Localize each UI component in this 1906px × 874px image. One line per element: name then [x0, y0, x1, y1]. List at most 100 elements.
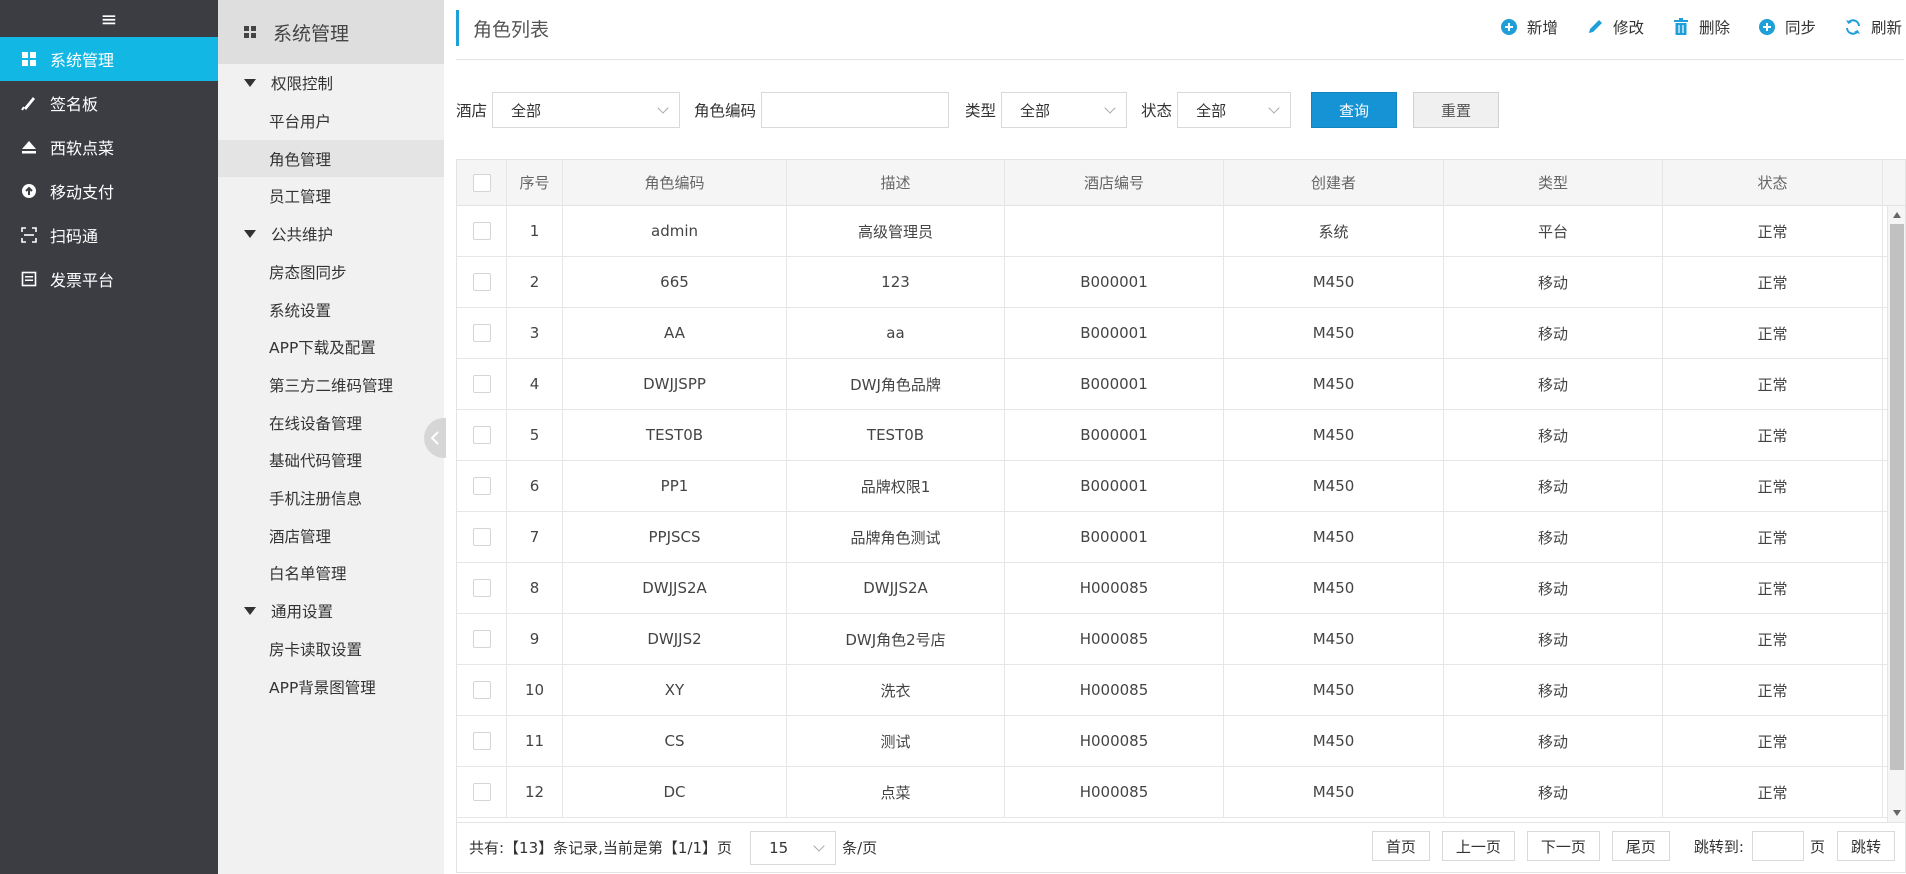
- submenu-item[interactable]: 在线设备管理: [218, 404, 444, 442]
- row-checkbox[interactable]: [472, 579, 491, 597]
- submenu-item[interactable]: 第三方二维码管理: [218, 366, 444, 404]
- table-row[interactable]: 1 admin 高级管理员 系统 平台 正常: [457, 206, 1887, 257]
- table-cell: M450: [1224, 563, 1444, 613]
- table-cell: 洗衣: [787, 665, 1005, 715]
- pen-icon: [21, 95, 37, 111]
- jump-button[interactable]: 跳转: [1836, 831, 1895, 861]
- table-row[interactable]: 3 AA aa B000001 M450 移动 正常: [457, 308, 1887, 359]
- submenu-item[interactable]: 手机注册信息: [218, 479, 444, 517]
- column-header[interactable]: 描述: [787, 160, 1005, 205]
- table-row[interactable]: 6 PP1 品牌权限1 B000001 M450 移动 正常: [457, 461, 1887, 512]
- nav-item-1[interactable]: 系统管理: [0, 37, 218, 81]
- refresh-button[interactable]: 刷新: [1844, 16, 1902, 38]
- table-row[interactable]: 9 DWJJS2 DWJ角色2号店 H000085 M450 移动 正常: [457, 614, 1887, 665]
- row-checkbox[interactable]: [472, 324, 491, 342]
- status-select[interactable]: 全部: [1177, 92, 1292, 128]
- next-page-button[interactable]: 下一页: [1526, 831, 1600, 861]
- submenu-item[interactable]: 平台用户: [218, 102, 444, 140]
- sync-button[interactable]: 同步: [1758, 16, 1816, 38]
- row-checkbox[interactable]: [472, 630, 491, 648]
- submenu-group-3[interactable]: 通用设置: [218, 592, 444, 630]
- trash-icon: [1672, 18, 1690, 36]
- scroll-down-icon[interactable]: [1893, 810, 1901, 816]
- submenu-item[interactable]: 角色管理: [218, 139, 444, 178]
- submenu-group-1[interactable]: 权限控制: [218, 64, 444, 102]
- table-row[interactable]: 12 DC 点菜 H000085 M450 移动 正常: [457, 767, 1887, 818]
- last-page-button[interactable]: 尾页: [1611, 831, 1670, 861]
- toolbar-label: 修改: [1612, 19, 1644, 37]
- row-checkbox[interactable]: [472, 222, 491, 240]
- table-row[interactable]: 10 XY 洗衣 H000085 M450 移动 正常: [457, 665, 1887, 716]
- column-header[interactable]: 类型: [1444, 160, 1663, 205]
- column-header[interactable]: 酒店编号: [1005, 160, 1224, 205]
- page-unit-label: 页: [1809, 837, 1825, 856]
- row-checkbox[interactable]: [472, 273, 491, 291]
- first-page-button[interactable]: 首页: [1371, 831, 1430, 861]
- table-row[interactable]: 7 PPJSCS 品牌角色测试 B000001 M450 移动 正常: [457, 512, 1887, 563]
- menu-toggle-icon[interactable]: ≡: [0, 0, 218, 37]
- jump-page-input[interactable]: [1751, 831, 1804, 861]
- submenu-item[interactable]: APP背景图管理: [218, 668, 444, 706]
- row-checkbox[interactable]: [472, 732, 491, 750]
- submenu-item[interactable]: 酒店管理: [218, 517, 444, 555]
- nav-item-3[interactable]: 西软点菜: [0, 125, 218, 169]
- table-scrollbar[interactable]: [1887, 206, 1905, 822]
- scroll-thumb[interactable]: [1890, 224, 1904, 770]
- column-header[interactable]: 角色编码: [563, 160, 787, 205]
- row-select-cell: [457, 614, 507, 664]
- submenu-item[interactable]: 白名单管理: [218, 555, 444, 593]
- submenu-item[interactable]: 员工管理: [218, 177, 444, 215]
- table-cell: 正常: [1663, 257, 1883, 307]
- select-all-checkbox[interactable]: [472, 173, 491, 192]
- submenu-item[interactable]: 系统设置: [218, 291, 444, 329]
- row-checkbox[interactable]: [472, 528, 491, 546]
- nav-item-5[interactable]: 扫码通: [0, 213, 218, 257]
- column-header[interactable]: 创建者: [1224, 160, 1444, 205]
- role-code-input[interactable]: [761, 92, 950, 128]
- nav-item-4[interactable]: 移动支付: [0, 169, 218, 213]
- nav-item-label: 移动支付: [50, 183, 115, 202]
- row-checkbox[interactable]: [472, 477, 491, 495]
- table-cell: DWJJS2: [563, 614, 787, 664]
- scroll-up-icon[interactable]: [1893, 212, 1901, 218]
- type-label: 类型: [965, 102, 997, 120]
- table-cell: 正常: [1663, 614, 1883, 664]
- toolbar: 新增 修改 删除 同步 刷新: [1472, 16, 1902, 38]
- reset-button[interactable]: 重置: [1413, 92, 1500, 128]
- table-cell: 8: [507, 563, 563, 613]
- submenu-item[interactable]: 房卡读取设置: [218, 630, 444, 668]
- hotel-select[interactable]: 全部: [492, 92, 681, 128]
- submenu-item[interactable]: 房态图同步: [218, 253, 444, 291]
- row-checkbox[interactable]: [472, 426, 491, 444]
- submenu-item[interactable]: APP下载及配置: [218, 328, 444, 366]
- table-row[interactable]: 8 DWJJS2A DWJJS2A H000085 M450 移动 正常: [457, 563, 1887, 614]
- row-select-cell: [457, 308, 507, 358]
- submenu-group-2[interactable]: 公共维护: [218, 215, 444, 253]
- query-button[interactable]: 查询: [1311, 92, 1398, 128]
- delete-button[interactable]: 删除: [1672, 16, 1730, 38]
- prev-page-button[interactable]: 上一页: [1441, 831, 1515, 861]
- chevron-down-icon: [657, 102, 669, 114]
- row-checkbox[interactable]: [472, 783, 491, 801]
- column-header[interactable]: 序号: [507, 160, 563, 205]
- caret-down-icon: [244, 607, 256, 616]
- submenu-item[interactable]: 基础代码管理: [218, 442, 444, 480]
- chevron-down-icon: [1268, 102, 1280, 114]
- table-row[interactable]: 2 665 123 B000001 M450 移动 正常: [457, 257, 1887, 308]
- row-checkbox[interactable]: [472, 375, 491, 393]
- table-cell: TEST0B: [787, 410, 1005, 460]
- table-row[interactable]: 11 CS 测试 H000085 M450 移动 正常: [457, 716, 1887, 767]
- edit-button[interactable]: 修改: [1586, 16, 1644, 38]
- nav-item-6[interactable]: 发票平台: [0, 257, 218, 301]
- table-row[interactable]: 5 TEST0B TEST0B B000001 M450 移动 正常: [457, 410, 1887, 461]
- page-size-select[interactable]: 15: [750, 830, 837, 865]
- type-select[interactable]: 全部: [1001, 92, 1128, 128]
- table-cell: admin: [563, 206, 787, 256]
- nav-item-2[interactable]: 签名板: [0, 81, 218, 125]
- column-header[interactable]: 状态: [1663, 160, 1883, 205]
- table-cell: DWJ角色品牌: [787, 359, 1005, 409]
- table-row[interactable]: 4 DWJJSPP DWJ角色品牌 B000001 M450 移动 正常: [457, 359, 1887, 410]
- row-checkbox[interactable]: [472, 681, 491, 699]
- table-cell: H000085: [1005, 716, 1224, 766]
- add-button[interactable]: 新增: [1500, 16, 1558, 38]
